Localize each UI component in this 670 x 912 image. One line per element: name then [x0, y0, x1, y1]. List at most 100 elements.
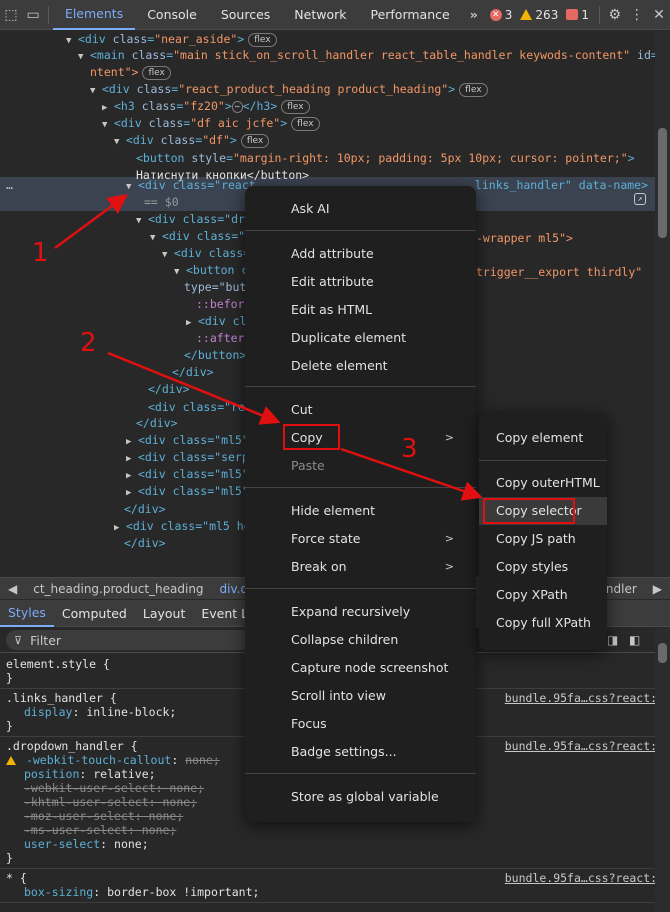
tree-node[interactable]: </div>	[136, 415, 178, 432]
flex-badge[interactable]: flex	[240, 133, 270, 148]
tree-node[interactable]: </div>	[124, 535, 166, 552]
tree-node[interactable]: </div>	[172, 364, 214, 381]
tree-node[interactable]: type="but	[184, 279, 246, 296]
menu-copy[interactable]: Copy >	[245, 424, 476, 452]
issues-counter[interactable]: 1	[566, 8, 589, 22]
tree-node[interactable]: ▼ <button c	[174, 262, 248, 279]
menu-break-on[interactable]: Break on >	[245, 553, 476, 581]
computed-panel-icon[interactable]: ◧	[629, 633, 640, 647]
flex-badge[interactable]: flex	[459, 82, 488, 97]
flex-badge[interactable]: flex	[281, 99, 310, 114]
tree-node[interactable]: ▼ <div class="dro	[136, 211, 252, 228]
menu-duplicate-element[interactable]: Duplicate element	[245, 324, 476, 352]
submenu-copy-styles[interactable]: Copy styles	[479, 553, 607, 581]
tree-node[interactable]: ▼ <div class="react_product_heading produ…	[90, 81, 488, 98]
inspect-element-icon[interactable]: ⬚	[0, 0, 22, 30]
flex-badge[interactable]: flex	[291, 116, 320, 131]
more-options-icon[interactable]: ⋮	[626, 0, 648, 30]
tree-node[interactable]: ▶ <div class="ml5"	[126, 483, 249, 500]
expand-arrow-icon[interactable]: ▼	[126, 179, 138, 196]
css-declaration[interactable]: -moz-user-select: none;	[6, 809, 183, 823]
ellipsis-badge[interactable]: ⋯	[231, 100, 243, 113]
styles-scrollbar-thumb[interactable]	[658, 643, 667, 663]
tree-scrollbar-thumb[interactable]	[658, 128, 667, 238]
ai-assist-icon[interactable]: ↗	[634, 193, 646, 205]
tab-sources[interactable]: Sources	[209, 0, 282, 30]
tree-scrollbar[interactable]	[655, 31, 670, 576]
submenu-copy-xpath[interactable]: Copy XPath	[479, 581, 607, 609]
menu-badge-settings[interactable]: Badge settings...	[245, 738, 476, 766]
menu-delete-element[interactable]: Delete element	[245, 352, 476, 380]
tree-node[interactable]: ::befor	[196, 296, 244, 313]
tab-network[interactable]: Network	[282, 0, 358, 30]
css-declaration[interactable]: -khtml-user-select: none;	[6, 795, 197, 809]
menu-force-state[interactable]: Force state >	[245, 525, 476, 553]
css-declaration[interactable]: box-sizing: border-box !important;	[6, 885, 259, 899]
css-declaration[interactable]: display: inline-block;	[6, 705, 176, 719]
menu-hide-element[interactable]: Hide element	[245, 497, 476, 525]
styles-scrollbar[interactable]	[655, 628, 670, 912]
menu-ask-ai[interactable]: Ask AI	[245, 195, 476, 223]
tree-node[interactable]: ▶ <div class="ml5"	[126, 466, 249, 483]
collapse-arrow-icon[interactable]: ▼	[66, 33, 78, 50]
tree-node[interactable]: ▼ <div class=	[162, 245, 250, 262]
collapse-arrow-icon[interactable]: ▼	[114, 134, 126, 151]
submenu-copy-element[interactable]: Copy element	[479, 424, 607, 452]
tab-computed[interactable]: Computed	[54, 600, 135, 627]
tree-node[interactable]: ▶ <div class="ml5 he	[114, 518, 251, 535]
tab-styles[interactable]: Styles	[0, 600, 54, 627]
tree-node[interactable]: </div>	[148, 381, 190, 398]
submenu-copy-full-xpath[interactable]: Copy full XPath	[479, 609, 607, 637]
tab-performance[interactable]: Performance	[358, 0, 461, 30]
tree-node[interactable]: </button>	[184, 347, 246, 364]
css-source-link[interactable]: bundle.95fa…css?react:1	[505, 871, 664, 885]
menu-edit-as-html[interactable]: Edit as HTML	[245, 296, 476, 324]
css-declaration[interactable]: -webkit-touch-callout: none;	[6, 753, 220, 767]
menu-add-attribute[interactable]: Add attribute	[245, 240, 476, 268]
expand-arrow-icon[interactable]: ▼	[150, 230, 162, 247]
tree-node[interactable]: ▶ <div class="ml5"	[126, 432, 249, 449]
tree-node[interactable]: ntent"> flex	[90, 64, 171, 81]
css-declaration[interactable]: -ms-user-select: none;	[6, 823, 176, 837]
gear-icon[interactable]: ⚙	[604, 0, 626, 30]
tab-console[interactable]: Console	[135, 0, 209, 30]
breadcrumb-scroll-left-icon[interactable]: ◀	[0, 582, 25, 596]
tree-node[interactable]: <div class="rea	[148, 399, 252, 416]
menu-edit-attribute[interactable]: Edit attribute	[245, 268, 476, 296]
menu-scroll-into-view[interactable]: Scroll into view	[245, 682, 476, 710]
collapse-arrow-icon[interactable]: ▼	[90, 83, 102, 100]
submenu-copy-outerhtml[interactable]: Copy outerHTML	[479, 469, 607, 497]
css-selector[interactable]: .links_handler {	[6, 691, 117, 705]
breadcrumb-item[interactable]: ct_heading.product_heading	[25, 582, 211, 596]
breadcrumb-scroll-right-icon[interactable]: ▶	[645, 582, 670, 596]
filter-input[interactable]: ⊽ Filter	[6, 630, 256, 650]
tree-node[interactable]: ▶ <h3 class="fz20"> ⋯ </h3> flex	[102, 98, 310, 115]
submenu-copy-js-path[interactable]: Copy JS path	[479, 525, 607, 553]
device-toolbar-icon[interactable]: ▭	[22, 0, 44, 30]
css-declaration[interactable]: user-select: none;	[6, 837, 149, 851]
tree-node[interactable]: </div>	[124, 501, 166, 518]
tree-node[interactable]: ▼ <main class="main stick_on_scroll_handl…	[78, 47, 655, 64]
node-actions-ellipsis[interactable]: …	[6, 177, 13, 194]
menu-focus[interactable]: Focus	[245, 710, 476, 738]
tree-node[interactable]: ▶ <div cl	[186, 313, 246, 330]
more-tabs-button[interactable]: »	[462, 7, 486, 22]
css-selector[interactable]: element.style {	[6, 657, 110, 671]
warning-counter[interactable]: 263	[520, 8, 558, 22]
tree-node[interactable]: ▼ <div class="df aic jcfe"> flex	[102, 115, 320, 132]
flex-badge[interactable]: flex	[142, 65, 171, 80]
menu-cut[interactable]: Cut	[245, 396, 476, 424]
collapse-arrow-icon[interactable]: ▼	[102, 117, 114, 134]
css-source-link[interactable]: bundle.95fa…css?react:1	[505, 739, 664, 753]
tree-node[interactable]: ▶ <div class="serpa	[126, 449, 256, 466]
collapse-arrow-icon[interactable]: ▼	[78, 49, 90, 66]
tab-elements[interactable]: Elements	[52, 0, 136, 30]
tree-node[interactable]: ::after	[196, 330, 244, 347]
tab-layout[interactable]: Layout	[135, 600, 194, 627]
toggle-sidebar-icon[interactable]: ◨	[607, 633, 618, 647]
expand-arrow-icon[interactable]: ▼	[162, 247, 174, 264]
expand-arrow-icon[interactable]: ▶	[126, 485, 138, 502]
css-selector[interactable]: * {	[6, 871, 27, 885]
tree-node[interactable]: <button style="margin-right: 10px; paddi…	[136, 150, 635, 167]
close-icon[interactable]: ✕	[648, 0, 670, 30]
